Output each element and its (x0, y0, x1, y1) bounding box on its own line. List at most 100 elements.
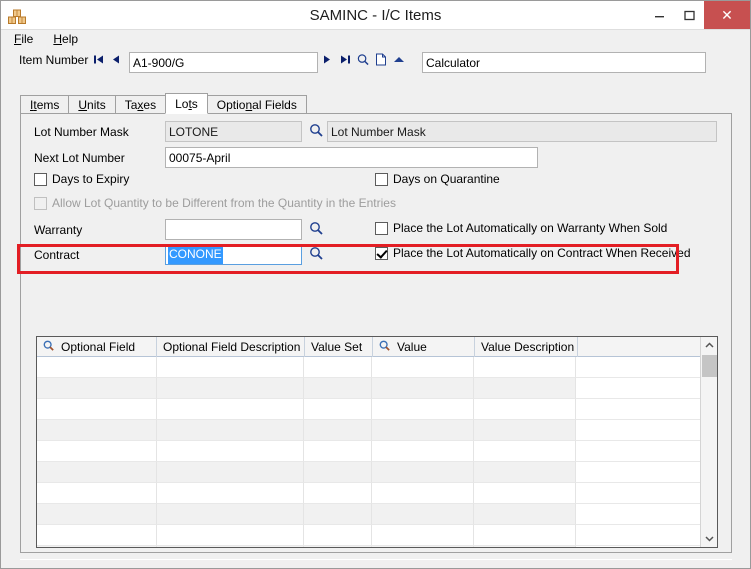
lot-number-mask-lookup-icon[interactable] (309, 123, 323, 137)
maximize-button[interactable] (674, 1, 704, 29)
table-cell[interactable] (37, 441, 157, 462)
nav-last-icon[interactable] (339, 52, 351, 66)
collapse-triangle-icon[interactable] (393, 52, 405, 66)
table-cell[interactable] (37, 462, 157, 483)
tab-optional-fields[interactable]: Optional Fields (206, 95, 307, 114)
grid-vertical-scrollbar[interactable] (700, 337, 717, 547)
nav-first-icon[interactable] (93, 52, 105, 66)
tab-units[interactable]: Units (68, 95, 116, 114)
scroll-up-icon[interactable] (701, 337, 717, 354)
warranty-lookup-icon[interactable] (309, 221, 323, 235)
table-cell[interactable] (473, 483, 577, 504)
table-cell[interactable] (473, 357, 577, 378)
nav-next-icon[interactable] (321, 52, 333, 66)
days-to-expiry-checkbox[interactable] (34, 173, 47, 186)
table-row[interactable] (37, 420, 700, 441)
table-cell[interactable] (304, 420, 372, 441)
tab-taxes[interactable]: Taxes (114, 95, 167, 114)
table-cell[interactable] (576, 357, 700, 378)
table-cell[interactable] (371, 483, 474, 504)
table-cell[interactable] (371, 462, 474, 483)
table-cell[interactable] (371, 504, 474, 525)
menu-item-file[interactable]: File (12, 31, 35, 47)
table-cell[interactable] (576, 399, 700, 420)
table-row[interactable] (37, 378, 700, 399)
item-number-input[interactable] (129, 52, 318, 73)
table-cell[interactable] (473, 441, 577, 462)
table-cell[interactable] (576, 525, 700, 546)
table-cell[interactable] (473, 504, 577, 525)
table-cell[interactable] (156, 420, 305, 441)
table-cell[interactable] (576, 420, 700, 441)
table-cell[interactable] (304, 525, 372, 546)
lot-number-mask-input[interactable] (165, 121, 302, 142)
table-cell[interactable] (156, 441, 305, 462)
tab-lots[interactable]: Lots (165, 93, 208, 114)
contract-lookup-icon[interactable] (309, 246, 323, 260)
contract-auto-place-checkbox[interactable] (375, 247, 388, 260)
table-cell[interactable] (576, 483, 700, 504)
table-cell[interactable] (156, 378, 305, 399)
table-cell[interactable] (156, 525, 305, 546)
table-cell[interactable] (37, 420, 157, 441)
table-cell[interactable] (304, 357, 372, 378)
table-cell[interactable] (372, 546, 474, 547)
scrollbar-thumb[interactable] (702, 355, 717, 377)
grid-col-value-set[interactable]: Value Set (305, 337, 373, 357)
table-cell[interactable] (156, 399, 305, 420)
grid-col-value[interactable]: Value (373, 337, 475, 357)
table-cell[interactable] (37, 525, 157, 546)
minimize-button[interactable] (644, 1, 674, 29)
warranty-input[interactable] (165, 219, 302, 240)
table-cell[interactable] (37, 357, 157, 378)
table-row[interactable] (37, 525, 700, 546)
table-cell[interactable] (473, 525, 577, 546)
table-cell[interactable] (371, 420, 474, 441)
table-cell[interactable] (304, 546, 372, 547)
table-cell[interactable] (576, 462, 700, 483)
table-cell[interactable] (371, 357, 474, 378)
days-on-quarantine-checkbox[interactable] (375, 173, 388, 186)
table-cell[interactable] (156, 462, 305, 483)
table-cell[interactable] (473, 378, 577, 399)
table-cell[interactable] (37, 483, 157, 504)
table-row[interactable] (37, 546, 700, 547)
table-cell[interactable] (473, 420, 577, 441)
table-cell[interactable] (473, 462, 577, 483)
table-cell[interactable] (576, 546, 700, 547)
tab-items[interactable]: Items (20, 95, 70, 114)
grid-col-optional-field[interactable]: Optional Field (37, 337, 157, 357)
table-row[interactable] (37, 462, 700, 483)
table-cell[interactable] (304, 462, 372, 483)
warranty-auto-place-checkbox[interactable] (375, 222, 388, 235)
item-description-input[interactable] (422, 52, 706, 73)
grid-col-value-description[interactable]: Value Description (475, 337, 578, 357)
table-cell[interactable] (37, 546, 157, 547)
menu-item-help[interactable]: Help (51, 31, 80, 47)
table-cell[interactable] (37, 504, 157, 525)
next-lot-number-input[interactable] (165, 147, 538, 168)
table-cell[interactable] (304, 441, 372, 462)
table-cell[interactable] (371, 441, 474, 462)
table-row[interactable] (37, 504, 700, 525)
table-row[interactable] (37, 441, 700, 462)
table-cell[interactable] (37, 378, 157, 399)
grid-col-optional-field-description[interactable]: Optional Field Description (157, 337, 305, 357)
table-cell[interactable] (371, 399, 474, 420)
table-cell[interactable] (37, 399, 157, 420)
close-button[interactable]: ✕ (704, 1, 750, 29)
table-cell[interactable] (304, 483, 372, 504)
nav-prev-icon[interactable] (110, 52, 122, 66)
contract-input[interactable]: CONONE (165, 244, 302, 265)
new-document-icon[interactable] (375, 52, 387, 66)
table-cell[interactable] (371, 525, 474, 546)
table-row[interactable] (37, 357, 700, 378)
table-cell[interactable] (474, 546, 577, 547)
table-cell[interactable] (576, 504, 700, 525)
table-cell[interactable] (156, 483, 305, 504)
table-cell[interactable] (371, 378, 474, 399)
table-cell[interactable] (156, 504, 305, 525)
grid-body[interactable] (37, 357, 700, 547)
scroll-down-icon[interactable] (701, 530, 717, 547)
table-cell[interactable] (156, 357, 305, 378)
